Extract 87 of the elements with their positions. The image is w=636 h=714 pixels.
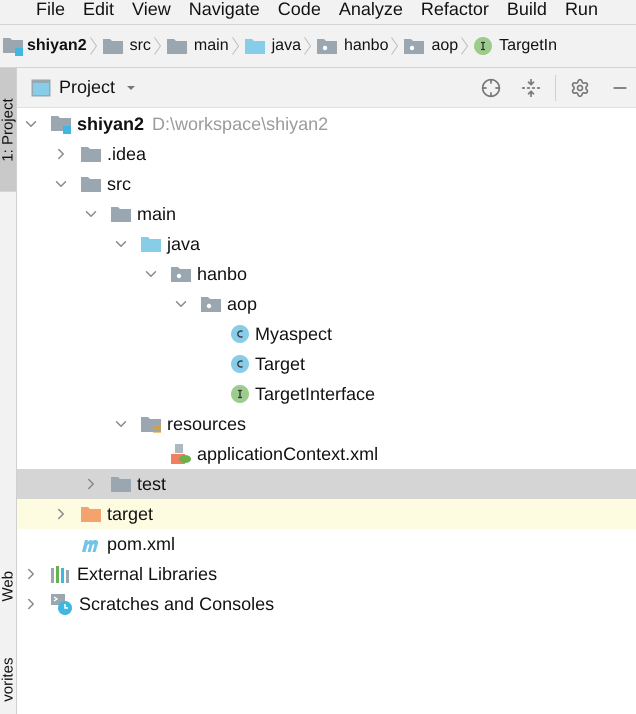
tree-row[interactable]: External Libraries bbox=[17, 559, 636, 589]
package-icon bbox=[170, 265, 192, 283]
separator-icon bbox=[391, 37, 398, 55]
breadcrumb-item[interactable]: hanbo bbox=[344, 34, 388, 58]
package-icon bbox=[200, 295, 222, 313]
tree-item-label: main bbox=[137, 202, 176, 226]
folder-icon bbox=[140, 235, 162, 253]
tree-item-label: hanbo bbox=[197, 262, 248, 286]
tree-item-label: shiyan2 bbox=[77, 112, 144, 136]
folder-icon bbox=[80, 145, 102, 163]
breadcrumb-item[interactable]: TargetIn bbox=[499, 34, 557, 58]
separator-icon bbox=[154, 37, 161, 55]
separator-icon bbox=[90, 37, 97, 55]
menu-item[interactable]: Run bbox=[564, 0, 598, 18]
tree-row[interactable]: aop bbox=[17, 289, 636, 319]
tree-row[interactable]: test bbox=[17, 469, 636, 499]
interface-icon bbox=[230, 384, 250, 404]
tree-row[interactable]: applicationContext.xml bbox=[17, 439, 636, 469]
tree-item-label: TargetInterface bbox=[255, 382, 376, 406]
scratches-icon bbox=[50, 592, 74, 616]
menu-item[interactable]: Build bbox=[506, 0, 547, 18]
tree-item-label: Target bbox=[255, 352, 306, 376]
spring-xml-icon bbox=[170, 443, 192, 465]
separator-icon bbox=[461, 37, 468, 55]
tree-item-label: applicationContext.xml bbox=[197, 442, 378, 466]
interface-icon bbox=[473, 36, 494, 56]
tree-row[interactable]: Target bbox=[17, 349, 636, 379]
folder-icon bbox=[102, 37, 124, 55]
tree-row[interactable]: main bbox=[17, 199, 636, 229]
locate-icon[interactable] bbox=[481, 78, 501, 98]
tree-row[interactable]: resources bbox=[17, 409, 636, 439]
tree-item-label: .idea bbox=[107, 142, 146, 166]
breadcrumb-item[interactable]: main bbox=[194, 34, 229, 58]
tree-row[interactable]: src bbox=[17, 169, 636, 199]
menu-item[interactable]: Code bbox=[278, 0, 321, 18]
project-folder-icon bbox=[50, 114, 72, 134]
package-icon bbox=[316, 37, 338, 55]
tree-row[interactable]: Myaspect bbox=[17, 319, 636, 349]
tree-row[interactable]: hanbo bbox=[17, 259, 636, 289]
menu-item[interactable]: Analyze bbox=[338, 0, 403, 18]
menu-item[interactable]: Edit bbox=[83, 0, 114, 18]
menu-item[interactable]: Refactor bbox=[420, 0, 489, 18]
tree-row[interactable]: .idea bbox=[17, 139, 636, 169]
folder-icon bbox=[80, 505, 102, 523]
separator-icon bbox=[232, 37, 239, 55]
tree-item-label: java bbox=[167, 232, 200, 256]
tree-row[interactable]: shiyan2 D:\workspace\shiyan2 bbox=[17, 109, 636, 139]
menu-item[interactable]: File bbox=[36, 0, 66, 18]
folder-icon bbox=[110, 205, 132, 223]
window-icon bbox=[31, 78, 51, 96]
class-icon bbox=[230, 324, 250, 344]
project-path: D:\workspace\shiyan2 bbox=[152, 112, 328, 136]
class-icon bbox=[230, 354, 250, 374]
menu-item[interactable]: Navigate bbox=[188, 0, 260, 18]
tree-item-label: Myaspect bbox=[255, 322, 332, 346]
tree-row[interactable]: target bbox=[17, 499, 636, 529]
collapse-icon[interactable] bbox=[521, 78, 541, 98]
settings-icon[interactable] bbox=[570, 78, 590, 98]
breadcrumb-item[interactable]: java bbox=[272, 34, 301, 58]
breadcrumb-item[interactable]: src bbox=[130, 34, 151, 58]
tree-item-label: test bbox=[137, 472, 166, 496]
tree-item-label: target bbox=[107, 502, 154, 526]
tree-row[interactable]: pom.xml bbox=[17, 529, 636, 559]
tree-row[interactable]: Scratches and Consoles bbox=[17, 589, 636, 619]
breadcrumb-item[interactable]: aop bbox=[431, 34, 458, 58]
project-folder-icon bbox=[2, 36, 24, 56]
tree-item-label: pom.xml bbox=[107, 532, 176, 556]
folder-icon bbox=[166, 37, 188, 55]
tree-row[interactable]: TargetInterface bbox=[17, 379, 636, 409]
package-icon bbox=[403, 37, 426, 55]
menu-item[interactable]: View bbox=[132, 0, 171, 18]
resources-folder-icon bbox=[140, 415, 162, 433]
tree-item-label: Scratches and Consoles bbox=[79, 592, 274, 616]
side-tab[interactable]: vorites bbox=[0, 645, 16, 714]
tree-row[interactable]: java bbox=[17, 229, 636, 259]
breadcrumb-item[interactable]: shiyan2 bbox=[27, 34, 87, 58]
folder-icon bbox=[110, 475, 132, 493]
side-tab[interactable]: Web bbox=[0, 546, 16, 626]
panel-title[interactable]: Project bbox=[59, 74, 116, 101]
folder-icon bbox=[80, 175, 102, 193]
libraries-icon bbox=[50, 564, 72, 584]
tree-item-label: aop bbox=[227, 292, 258, 316]
tree-item-label: src bbox=[107, 172, 131, 196]
tree-item-label: External Libraries bbox=[77, 562, 218, 586]
separator-icon bbox=[304, 37, 311, 55]
folder-icon bbox=[244, 37, 266, 55]
tree-item-label: resources bbox=[167, 412, 246, 436]
